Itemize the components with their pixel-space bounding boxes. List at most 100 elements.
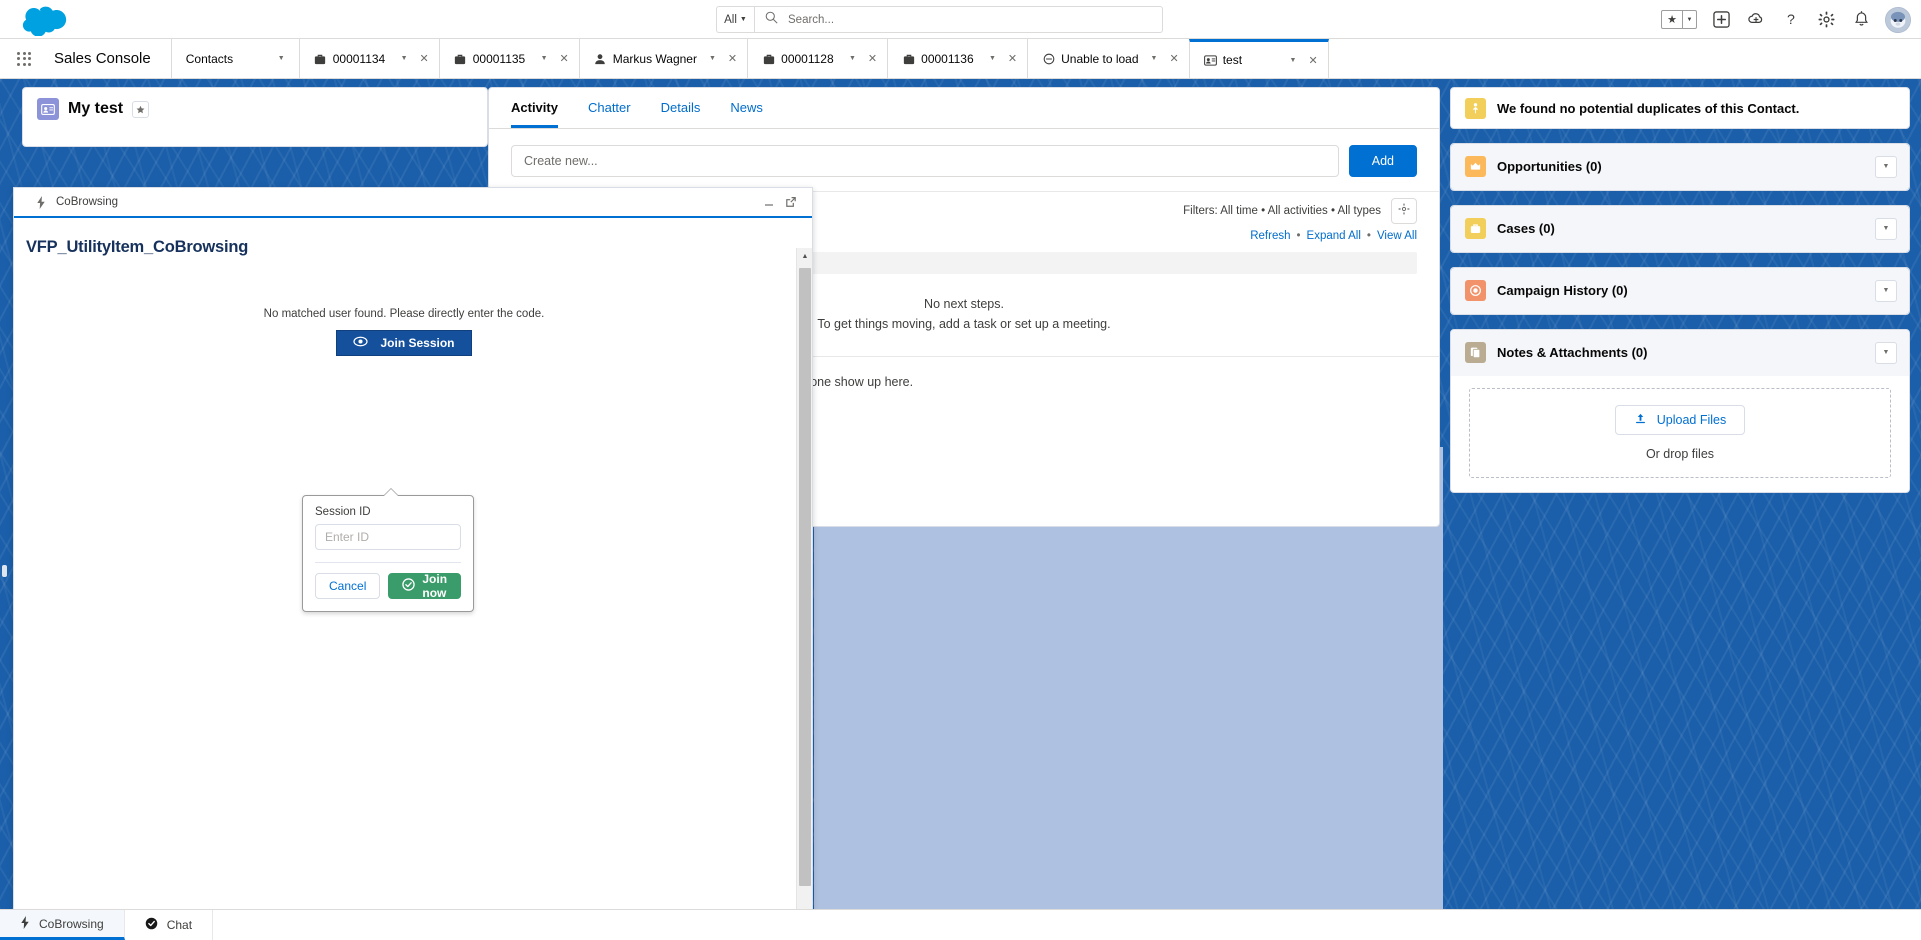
record-highlights-panel: My test xyxy=(22,87,488,147)
tab-activity[interactable]: Activity xyxy=(511,100,558,128)
workspace-tab-00001134[interactable]: 00001134 ▼ ✕ xyxy=(298,39,439,78)
notes-icon xyxy=(1465,342,1486,363)
favorites-group[interactable]: ★ ▼ xyxy=(1661,10,1697,29)
cobrowsing-panel-header[interactable]: CoBrowsing xyxy=(14,188,812,218)
bell-icon[interactable] xyxy=(1850,9,1872,31)
close-icon[interactable]: ✕ xyxy=(420,52,431,65)
close-icon[interactable]: ✕ xyxy=(560,52,571,65)
tab-label: 00001136 xyxy=(921,51,974,66)
global-header: All ▼ Search... ★ ▼ ? xyxy=(0,0,1921,39)
scrollbar-thumb[interactable] xyxy=(799,268,811,886)
global-search[interactable]: All ▼ Search... xyxy=(716,6,1163,33)
utility-item-chat[interactable]: Chat xyxy=(125,910,214,940)
scroll-up-icon[interactable]: ▲ xyxy=(797,248,812,264)
cloud-setup-icon[interactable] xyxy=(1745,9,1767,31)
chevron-down-icon[interactable]: ▼ xyxy=(843,55,862,62)
chevron-down-icon[interactable]: ▼ xyxy=(272,55,291,62)
chevron-down-icon[interactable]: ▼ xyxy=(1875,155,1897,178)
case-icon xyxy=(902,52,915,65)
tab-label: 00001134 xyxy=(332,51,386,66)
lightning-bolt-icon xyxy=(20,915,30,932)
join-session-button[interactable]: Join Session xyxy=(336,330,472,356)
join-now-button[interactable]: Join now xyxy=(388,572,462,600)
close-icon[interactable]: ✕ xyxy=(868,52,879,65)
workspace-tab-00001136[interactable]: 00001136 ▼ ✕ xyxy=(887,39,1028,78)
plus-icon[interactable] xyxy=(1710,9,1732,31)
follow-button[interactable] xyxy=(132,100,150,118)
tab-label: 00001135 xyxy=(472,51,526,66)
create-new-input[interactable]: Create new... xyxy=(511,145,1339,177)
chevron-down-icon[interactable]: ▼ xyxy=(1875,217,1897,240)
expand-all-link[interactable]: Expand All xyxy=(1307,230,1361,242)
tab-details[interactable]: Details xyxy=(661,100,701,128)
chevron-down-icon[interactable]: ▼ xyxy=(1284,57,1303,64)
related-list-opportunities: Opportunities (0) ▼ xyxy=(1450,143,1910,191)
question-icon[interactable]: ? xyxy=(1780,9,1802,31)
close-icon[interactable]: ✕ xyxy=(728,52,739,65)
chevron-down-icon[interactable]: ▼ xyxy=(1875,279,1897,302)
search-input[interactable]: Search... xyxy=(754,6,1163,33)
tab-news[interactable]: News xyxy=(730,100,763,128)
chevron-down-icon[interactable]: ▼ xyxy=(1145,55,1164,62)
cancel-button[interactable]: Cancel xyxy=(315,573,381,599)
pop-out-icon[interactable] xyxy=(780,191,802,213)
minimize-icon[interactable] xyxy=(758,191,780,213)
upload-files-button[interactable]: Upload Files xyxy=(1614,405,1746,435)
divider xyxy=(315,562,461,563)
workspace-tab-unable-to-load[interactable]: Unable to load ▼ ✕ xyxy=(1027,39,1189,78)
case-icon xyxy=(762,52,775,65)
search-placeholder: Search... xyxy=(788,13,835,26)
chevron-down-icon[interactable]: ▼ xyxy=(1875,341,1897,364)
workspace-tab-test[interactable]: test ▼ ✕ xyxy=(1188,39,1329,78)
app-name[interactable]: Sales Console xyxy=(48,39,171,78)
chevron-down-icon: ▼ xyxy=(739,16,747,23)
chevron-down-icon[interactable]: ▼ xyxy=(395,55,414,62)
workspace-tab-markus-wagner[interactable]: Markus Wagner ▼ ✕ xyxy=(578,39,748,78)
chevron-down-icon[interactable]: ▼ xyxy=(535,55,554,62)
activity-settings-button[interactable] xyxy=(1391,198,1417,224)
record-title: My test xyxy=(68,100,124,117)
activity-filters-text: Filters: All time • All activities • All… xyxy=(1183,205,1381,217)
cobrowsing-message: No matched user found. Please directly e… xyxy=(263,308,545,320)
chevron-down-icon[interactable]: ▼ xyxy=(1682,11,1696,28)
close-icon[interactable]: ✕ xyxy=(1169,52,1180,65)
workspace-tab-00001128[interactable]: 00001128 ▼ ✕ xyxy=(747,39,888,78)
cobrowsing-scrollbar[interactable]: ▲ ▼ xyxy=(796,248,812,921)
duplicate-check-message: We found no potential duplicates of this… xyxy=(1497,100,1800,116)
chat-icon xyxy=(145,917,158,933)
add-button[interactable]: Add xyxy=(1348,145,1417,177)
tab-label: Markus Wagner xyxy=(612,51,697,66)
lightning-bolt-icon xyxy=(34,195,48,209)
session-id-input[interactable] xyxy=(315,524,461,550)
error-icon xyxy=(1042,52,1055,65)
gear-icon xyxy=(1398,202,1410,220)
file-dropzone[interactable]: Upload Files Or drop files xyxy=(1469,388,1891,478)
gear-icon[interactable] xyxy=(1815,9,1837,31)
chevron-down-icon[interactable]: ▼ xyxy=(703,55,722,62)
duplicate-check-icon xyxy=(1465,97,1486,119)
workspace-tab-00001135[interactable]: 00001135 ▼ ✕ xyxy=(438,39,579,78)
nav-tab-contacts[interactable]: Contacts ▼ xyxy=(170,39,299,78)
view-all-link[interactable]: View All xyxy=(1377,230,1417,242)
sidebar-collapse-handle[interactable] xyxy=(2,565,7,577)
nav-tab-label: Contacts xyxy=(185,51,234,66)
star-icon[interactable]: ★ xyxy=(1662,11,1682,28)
utility-item-cobrowsing[interactable]: CoBrowsing xyxy=(0,910,125,940)
case-icon xyxy=(314,52,327,65)
app-launcher-button[interactable] xyxy=(0,39,48,78)
chevron-down-icon[interactable]: ▼ xyxy=(983,55,1002,62)
close-icon[interactable]: ✕ xyxy=(1008,52,1019,65)
search-scope-button[interactable]: All ▼ xyxy=(716,6,754,33)
related-list-notes-attachments: Notes & Attachments (0) ▼ Upload Files O… xyxy=(1450,329,1910,493)
related-list-title: Notes & Attachments (0) xyxy=(1497,345,1648,360)
related-list-campaign-history: Campaign History (0) ▼ xyxy=(1450,267,1910,315)
popover-actions: Cancel Join now xyxy=(315,572,462,600)
salesforce-cloud-logo[interactable] xyxy=(22,4,68,37)
eye-icon xyxy=(353,335,369,351)
refresh-link[interactable]: Refresh xyxy=(1250,230,1290,242)
cobrowsing-heading: VFP_UtilityItem_CoBrowsing xyxy=(26,238,249,256)
close-icon[interactable]: ✕ xyxy=(1308,54,1319,67)
tab-label: 00001128 xyxy=(781,51,834,66)
avatar[interactable] xyxy=(1885,6,1911,33)
tab-chatter[interactable]: Chatter xyxy=(588,100,631,128)
